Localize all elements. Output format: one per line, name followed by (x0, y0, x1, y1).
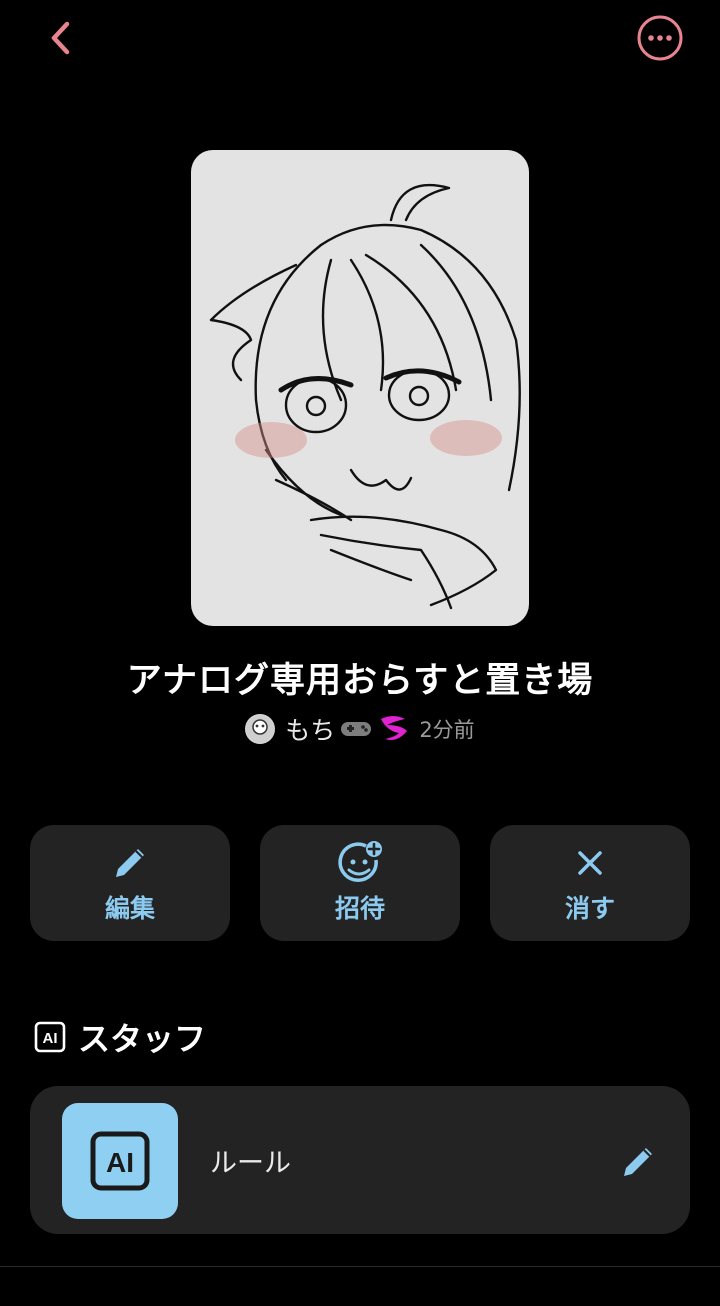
more-horizontal-icon (637, 15, 683, 61)
post-meta: もち 2分前 (0, 711, 720, 747)
svg-text:AI: AI (43, 1030, 58, 1047)
edit-label: 編集 (104, 894, 155, 923)
invite-label: 招待 (334, 894, 385, 923)
more-options-button[interactable] (636, 14, 684, 62)
page-title: アナログ専用おらすと置き場 (126, 661, 594, 701)
delete-button[interactable]: 消す (490, 825, 690, 941)
pencil-icon (110, 841, 150, 885)
back-button[interactable] (36, 14, 84, 62)
staff-item-rules[interactable]: AI ルール (30, 1086, 690, 1234)
svg-text:AI: AI (106, 1147, 134, 1178)
staff-section-header: AI スタッフ (34, 1014, 206, 1060)
cover-image (191, 150, 529, 626)
section-title: スタッフ (78, 1020, 207, 1058)
screen: アナログ専用おらすと置き場 もち 2分前 編集 招待 消す AI スタッフ AI… (0, 0, 720, 1306)
chevron-left-icon (51, 21, 70, 55)
ai-badge-icon: AI (34, 1021, 66, 1053)
avatar[interactable] (245, 714, 276, 744)
delete-label: 消す (564, 894, 615, 923)
post-time: 2分前 (419, 718, 475, 742)
paint-palette-icon (377, 713, 411, 745)
author-name[interactable]: もち (285, 711, 335, 747)
add-user-icon (336, 841, 384, 885)
close-icon (574, 841, 606, 885)
divider (0, 1266, 720, 1267)
ai-badge-icon: AI (62, 1103, 178, 1219)
invite-button[interactable]: 招待 (260, 825, 460, 941)
pencil-icon (624, 1148, 652, 1176)
staff-item-label: ルール (210, 1148, 291, 1179)
gamepad-icon (339, 718, 373, 740)
action-bar: 編集 招待 消す (30, 825, 690, 941)
staff-edit-button[interactable] (614, 1138, 662, 1186)
edit-button[interactable]: 編集 (30, 825, 230, 941)
